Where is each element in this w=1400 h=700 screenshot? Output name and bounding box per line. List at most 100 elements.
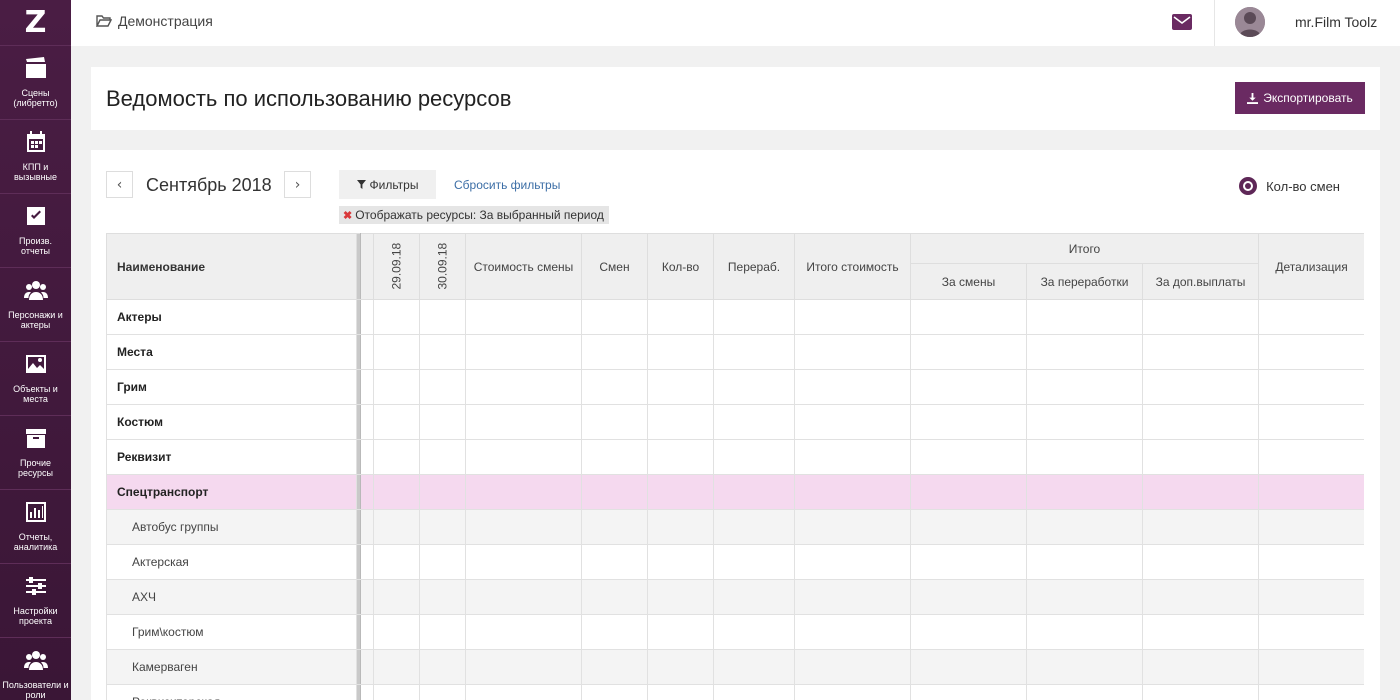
export-button[interactable]: Экспортировать xyxy=(1235,82,1365,114)
table-cell xyxy=(713,614,795,650)
table-cell xyxy=(794,544,911,580)
col-header-date-1[interactable]: 29.09.18 xyxy=(373,233,420,300)
avatar[interactable] xyxy=(1235,7,1265,37)
sidebar-item-6[interactable]: Отчеты, аналитика xyxy=(0,490,71,564)
top-bar: Демонстрация mr.Film Toolz xyxy=(71,0,1400,46)
sidebar-item-4[interactable]: Объекты и места xyxy=(0,342,71,416)
row-name: Места xyxy=(106,334,357,370)
col-header-for-overtime[interactable]: За переработки xyxy=(1026,263,1143,300)
table-cell xyxy=(465,334,582,370)
sidebar-item-0[interactable]: Сцены (либретто) xyxy=(0,46,71,120)
sidebar-item-2[interactable]: Произв. отчеты xyxy=(0,194,71,268)
table-cell xyxy=(794,404,911,440)
table-cell xyxy=(1026,684,1143,700)
sidebar-item-label: КПП и вызывные xyxy=(13,162,58,182)
table-row[interactable]: Актерская xyxy=(106,544,1364,580)
table-row[interactable]: АХЧ xyxy=(106,579,1364,615)
sidebar: Z Сцены (либретто) КПП и вызывные Произв. … xyxy=(0,0,71,700)
sliders-icon xyxy=(25,577,46,595)
table-cell xyxy=(1026,369,1143,405)
sidebar-item-7[interactable]: Настройки проекта xyxy=(0,564,71,638)
table-cell xyxy=(1258,404,1364,440)
col-header-for-extra[interactable]: За доп.выплаты xyxy=(1141,263,1260,300)
filter-chip: ✖ Отображать ресурсы: За выбранный перио… xyxy=(339,206,609,224)
checkbox-icon xyxy=(26,207,45,225)
remove-filter-icon[interactable]: ✖ xyxy=(343,209,352,222)
table-cell xyxy=(1141,404,1260,440)
table-row[interactable]: Костюм xyxy=(106,404,1364,440)
sidebar-item-label: Произв. отчеты xyxy=(19,236,52,256)
table-cell xyxy=(373,544,420,580)
filter-chip-value: За выбранный период xyxy=(479,208,604,222)
col-header-quantity[interactable]: Кол-во xyxy=(647,233,714,300)
reset-filters-link[interactable]: Сбросить фильтры xyxy=(454,178,560,192)
user-name[interactable]: mr.Film Toolz xyxy=(1295,14,1377,30)
table-cell xyxy=(581,509,648,545)
table-row[interactable]: Грим xyxy=(106,369,1364,405)
col-header-name[interactable]: Наименование xyxy=(106,233,357,300)
app-logo[interactable]: Z xyxy=(0,0,71,46)
filter-chip-prefix: Отображать ресурсы: xyxy=(355,208,477,222)
table-cell xyxy=(647,614,714,650)
row-name: Грим xyxy=(106,369,357,405)
table-cell xyxy=(360,474,374,510)
table-cell xyxy=(910,474,1027,510)
row-name: Реквизит xyxy=(106,439,357,475)
breadcrumb[interactable]: Демонстрация xyxy=(96,13,213,29)
table-cell xyxy=(1141,509,1260,545)
table-cell xyxy=(373,579,420,615)
table-cell xyxy=(465,299,582,335)
table-row[interactable]: Места xyxy=(106,334,1364,370)
table-cell xyxy=(581,649,648,685)
table-cell xyxy=(373,509,420,545)
table-cell xyxy=(1141,369,1260,405)
table-cell xyxy=(910,649,1027,685)
table-cell xyxy=(419,649,466,685)
col-header-details[interactable]: Детализация xyxy=(1258,233,1364,300)
table-row[interactable]: Автобус группы xyxy=(106,509,1364,545)
sidebar-item-8[interactable]: Пользователи и роли xyxy=(0,638,71,700)
col-header-date-2[interactable]: 30.09.18 xyxy=(419,233,466,300)
table-cell xyxy=(1026,509,1143,545)
col-header-total-cost[interactable]: Итого стоимость xyxy=(794,233,911,300)
table-cell xyxy=(373,299,420,335)
col-header-overtime[interactable]: Перераб. xyxy=(713,233,795,300)
table-cell xyxy=(713,579,795,615)
table-cell xyxy=(1258,509,1364,545)
sidebar-item-3[interactable]: Персонажи и актеры xyxy=(0,268,71,342)
sidebar-item-5[interactable]: Прочие ресурсы xyxy=(0,416,71,490)
table-cell xyxy=(794,369,911,405)
table-cell xyxy=(465,684,582,700)
table-row[interactable]: Реквизиторская xyxy=(106,684,1364,700)
table-cell xyxy=(419,684,466,700)
filters-button[interactable]: Фильтры xyxy=(339,170,436,199)
col-header-for-shifts[interactable]: За смены xyxy=(910,263,1027,300)
table-cell xyxy=(713,649,795,685)
sidebar-item-label: Сцены (либретто) xyxy=(13,88,58,108)
table-cell xyxy=(910,579,1027,615)
shifts-count-radio[interactable] xyxy=(1239,177,1258,195)
next-month-button[interactable]: › xyxy=(284,171,311,198)
table-row[interactable]: Спецтранспорт xyxy=(106,474,1364,510)
table-cell xyxy=(1258,299,1364,335)
table-cell xyxy=(647,579,714,615)
table-cell xyxy=(794,684,911,700)
clapperboard-icon xyxy=(25,57,46,78)
table-cell xyxy=(360,544,374,580)
table-cell xyxy=(360,299,374,335)
envelope-icon[interactable] xyxy=(1172,14,1192,30)
table-row[interactable]: Реквизит xyxy=(106,439,1364,475)
table-cell xyxy=(1141,649,1260,685)
table-row[interactable]: Актеры xyxy=(106,299,1364,335)
table-cell xyxy=(713,439,795,475)
prev-month-button[interactable]: ‹ xyxy=(106,171,133,198)
topbar-divider xyxy=(1214,0,1215,46)
table-cell xyxy=(373,614,420,650)
shifts-count-option[interactable]: Кол-во смен xyxy=(1239,177,1340,195)
table-cell xyxy=(581,474,648,510)
sidebar-item-1[interactable]: КПП и вызывные xyxy=(0,120,71,194)
table-row[interactable]: Камерваген xyxy=(106,649,1364,685)
col-header-shifts[interactable]: Смен xyxy=(581,233,648,300)
col-header-shift-cost[interactable]: Стоимость смены xyxy=(465,233,582,300)
table-row[interactable]: Грим\костюм xyxy=(106,614,1364,650)
